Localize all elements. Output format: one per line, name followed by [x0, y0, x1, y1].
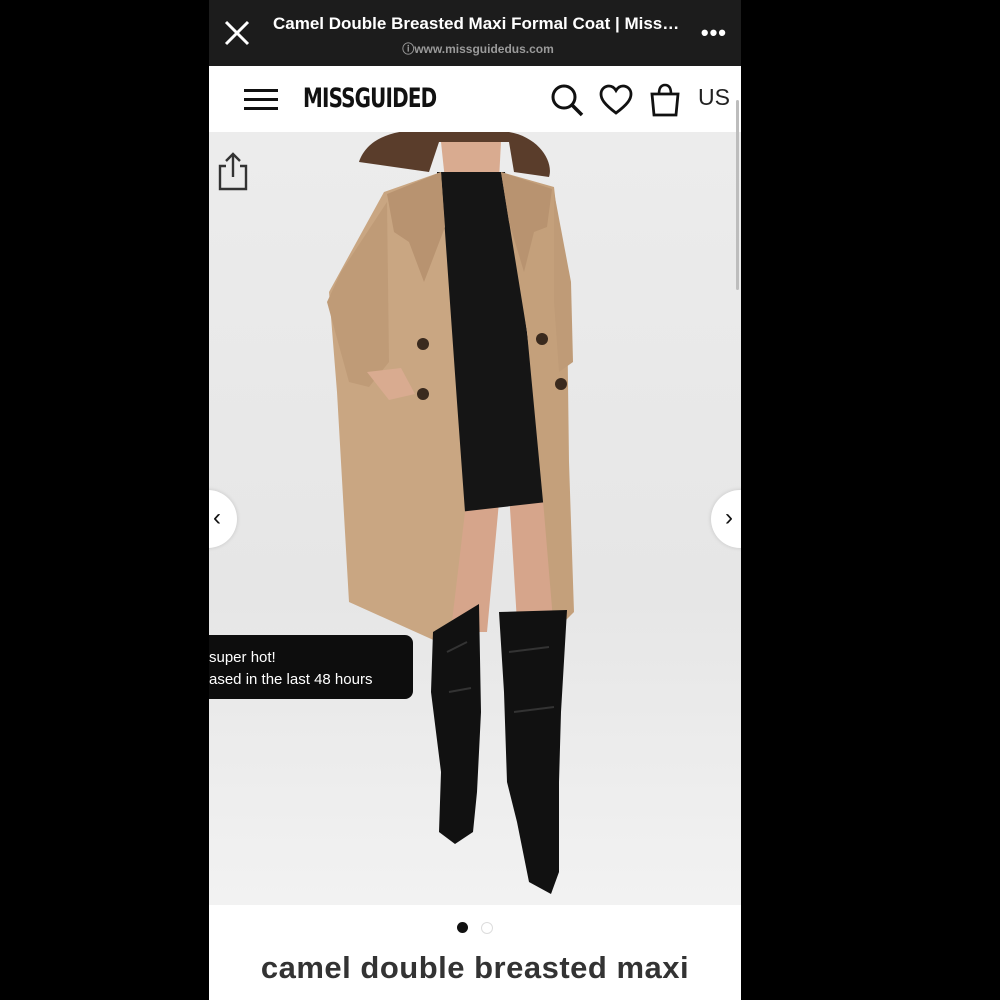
pagination-dot[interactable]: [481, 922, 493, 934]
chevron-right-icon: ›: [725, 504, 733, 531]
brand-logo[interactable]: MISSGUIDED: [303, 83, 437, 114]
search-icon[interactable]: [549, 82, 585, 118]
browser-top-bar: Camel Double Breasted Maxi Formal Coat |…: [209, 0, 741, 66]
toast-line-2: ased in the last 48 hours: [209, 671, 373, 688]
product-photo: [327, 132, 574, 894]
product-title: camel double breasted maxi: [260, 950, 690, 985]
product-image-gallery[interactable]: ‹ › super hot! ased in the last 48 hours: [209, 132, 741, 905]
close-icon[interactable]: [221, 17, 253, 49]
share-icon[interactable]: [217, 150, 249, 192]
heart-icon[interactable]: [598, 82, 634, 118]
chevron-left-icon: ‹: [213, 504, 221, 531]
site-header: MISSGUIDED US: [209, 66, 741, 133]
scrollbar[interactable]: [736, 100, 739, 290]
locale-selector[interactable]: US: [698, 84, 730, 111]
gallery-pagination: [209, 918, 741, 938]
page-title: Camel Double Breasted Maxi Formal Coat |…: [273, 14, 683, 33]
popularity-toast: super hot! ased in the last 48 hours: [209, 635, 413, 699]
page-url: ⓘwww.missguidedus.com: [402, 42, 554, 56]
toast-line-1: super hot!: [209, 649, 276, 666]
menu-icon[interactable]: [244, 88, 278, 112]
more-icon[interactable]: •••: [701, 20, 727, 46]
phone-screen: Camel Double Breasted Maxi Formal Coat |…: [209, 0, 741, 1000]
pagination-dot-active[interactable]: [457, 922, 468, 933]
bag-icon[interactable]: [647, 82, 683, 118]
